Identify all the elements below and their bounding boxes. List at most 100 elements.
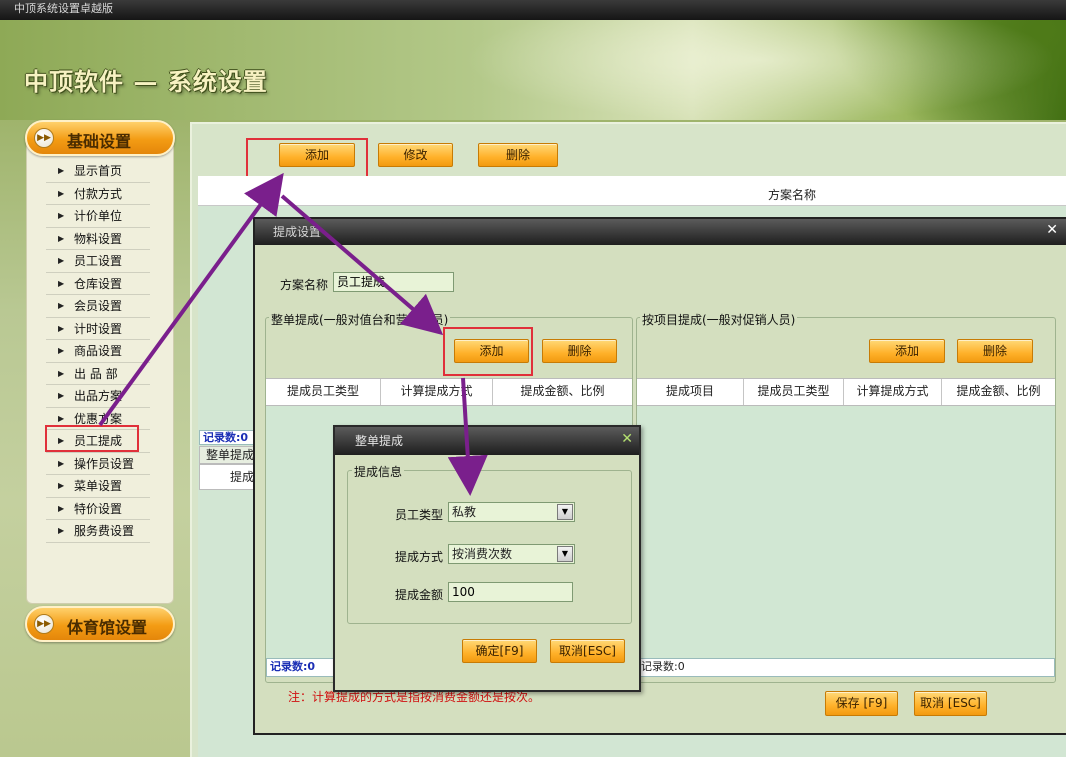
app-banner: 中顶软件 — 系统设置 [0, 20, 1066, 120]
nav-item-label: 物料设置 [74, 231, 123, 246]
nav-item[interactable]: ▶ 物料设置 [46, 228, 150, 250]
commission-method-value: 按消费次数 [452, 547, 513, 561]
dialog-title: 整单提成 [355, 434, 404, 448]
cancel-button[interactable]: 取消 [ESC] [914, 691, 987, 716]
dialog-title: 提成设置 [273, 225, 322, 239]
nav-item-label: 操作员设置 [74, 456, 135, 471]
employee-type-label: 员工类型 [395, 508, 444, 522]
nav-item-label: 仓库设置 [74, 276, 123, 291]
dialog-title-bar: 整单提成 [335, 427, 639, 455]
nav-item[interactable]: ▶ 出品方案 [46, 385, 150, 408]
nav-item[interactable]: ▶ 操作员设置 [46, 453, 150, 475]
item-add-button[interactable]: 添加 [869, 339, 945, 363]
main-sub-column-header: 提成 [199, 464, 255, 490]
nav-item-label: 优惠方案 [74, 411, 123, 426]
bullet-arrow-icon: ▶ [58, 301, 65, 310]
nav-item[interactable]: ▶ 仓库设置 [46, 273, 150, 295]
nav-item-label: 服务费设置 [74, 524, 135, 538]
nav-item-label: 付款方式 [74, 186, 123, 201]
column-header[interactable]: 提成项目 [637, 379, 744, 405]
item-commission-legend: 按项目提成(一般对促销人员) [640, 311, 798, 328]
bullet-arrow-icon: ▶ [58, 503, 65, 513]
bullet-arrow-icon: ▶ [58, 166, 65, 175]
item-delete-button[interactable]: 删除 [957, 339, 1033, 363]
column-header[interactable]: 提成员工类型 [266, 379, 381, 405]
bullet-arrow-icon: ▶ [58, 323, 65, 333]
nav-section-basic-settings[interactable]: ▶▶ 基础设置 [25, 120, 175, 156]
column-header[interactable]: 计算提成方式 [844, 379, 942, 405]
fast-forward-icon: ▶▶ [34, 614, 54, 634]
nav-item[interactable]: ▶ 员工设置 [46, 250, 150, 273]
nav-item-label: 出 品 部 [74, 366, 118, 381]
column-header[interactable]: 计算提成方式 [381, 379, 493, 405]
column-header[interactable]: 提成员工类型 [744, 379, 844, 405]
nav-section-stadium-settings[interactable]: ▶▶ 体育馆设置 [25, 606, 175, 642]
chevron-down-icon[interactable]: ▼ [557, 504, 573, 520]
whole-order-commission-dialog: 整单提成 ✕ 提成信息 员工类型 私教 ▼ 提成方式 按消费次数 ▼ 提成金额 … [333, 425, 641, 692]
nav-item[interactable]: ▶ 显示首页 [46, 160, 150, 183]
nav-item-label: 显示首页 [74, 164, 123, 178]
close-icon[interactable]: ✕ [1046, 222, 1058, 238]
bullet-arrow-icon: ▶ [58, 211, 65, 220]
record-count-text: 记录数:0 [270, 660, 316, 673]
commission-method-select[interactable]: 按消费次数 ▼ [448, 544, 575, 564]
bullet-arrow-icon: ▶ [58, 188, 65, 198]
main-grid-column-header[interactable]: 方案名称 [198, 186, 1066, 206]
commission-amount-label: 提成金额 [395, 588, 444, 602]
nav-item[interactable]: ▶ 菜单设置 [46, 475, 150, 498]
nav-item-label: 计时设置 [74, 321, 123, 336]
nav-item-label: 会员设置 [74, 299, 123, 313]
main-grid-top-strip [198, 176, 1066, 186]
nav-section-label: 体育馆设置 [67, 618, 148, 637]
column-header[interactable]: 提成金额、比例 [942, 379, 1055, 405]
nav-item-label: 计价单位 [74, 209, 123, 223]
bullet-arrow-icon: ▶ [58, 256, 65, 265]
nav-highlight-box [45, 425, 139, 452]
item-grid-body[interactable] [637, 406, 1055, 658]
scheme-name-input[interactable]: 员工提成 [333, 272, 454, 292]
whole-order-commission-legend: 整单提成(一般对值台和营销人员) [269, 311, 451, 328]
nav-item[interactable]: ▶ 会员设置 [46, 295, 150, 318]
nav-item[interactable]: ▶ 服务费设置 [46, 520, 150, 543]
commission-amount-input[interactable]: 100 [448, 582, 573, 602]
whole-order-grid-header: 提成员工类型 计算提成方式 提成金额、比例 [266, 378, 632, 406]
nav-item-label: 出品方案 [74, 389, 123, 403]
nav-item-label: 商品设置 [74, 344, 123, 358]
add-button-highlight-box [246, 138, 368, 178]
save-button[interactable]: 保存 [F9] [825, 691, 898, 716]
nav-item[interactable]: ▶ 付款方式 [46, 183, 150, 205]
bullet-arrow-icon: ▶ [58, 368, 65, 378]
record-count-text: 记录数:0 [641, 660, 685, 673]
item-grid-header: 提成项目 提成员工类型 计算提成方式 提成金额、比例 [637, 378, 1055, 406]
dialog-add-highlight-box [443, 327, 533, 376]
item-record-count: 记录数:0 [637, 658, 1055, 677]
commission-method-label: 提成方式 [395, 550, 444, 564]
chevron-down-icon[interactable]: ▼ [557, 546, 573, 562]
close-icon[interactable]: ✕ [621, 431, 633, 447]
bullet-arrow-icon: ▶ [58, 526, 65, 535]
nav-section-label: 基础设置 [67, 132, 132, 151]
cancel-button[interactable]: 取消[ESC] [550, 639, 625, 663]
nav-item[interactable]: ▶ 计时设置 [46, 318, 150, 340]
column-header[interactable]: 提成金额、比例 [493, 379, 632, 405]
nav-item[interactable]: ▶ 商品设置 [46, 340, 150, 363]
confirm-button[interactable]: 确定[F9] [462, 639, 537, 663]
fast-forward-icon: ▶▶ [34, 128, 54, 148]
whole-order-delete-button[interactable]: 删除 [542, 339, 617, 363]
nav-item[interactable]: ▶ 计价单位 [46, 205, 150, 228]
nav-item-label: 菜单设置 [74, 479, 123, 493]
bullet-arrow-icon: ▶ [58, 458, 65, 468]
window-title-bar: 中顶系统设置卓越版 [0, 0, 1066, 20]
commission-info-legend: 提成信息 [352, 463, 405, 480]
nav-list: ▶ 显示首页 ▶ 付款方式 ▶ 计价单位 ▶ 物料设置 ▶ 员工设置 ▶ 仓库设置 ▶ 会员设置 ▶ 计时设置… [46, 160, 150, 543]
bullet-arrow-icon: ▶ [58, 233, 65, 243]
employee-type-value: 私教 [452, 505, 477, 519]
bullet-arrow-icon: ▶ [58, 278, 65, 288]
employee-type-select[interactable]: 私教 ▼ [448, 502, 575, 522]
nav-item[interactable]: ▶ 出 品 部 [46, 363, 150, 385]
main-sub-section-header: 整单提成 [199, 446, 255, 464]
main-edit-button[interactable]: 修改 [378, 143, 453, 167]
nav-item-label: 员工设置 [74, 254, 123, 268]
main-delete-button[interactable]: 删除 [478, 143, 558, 167]
nav-item[interactable]: ▶ 特价设置 [46, 498, 150, 520]
